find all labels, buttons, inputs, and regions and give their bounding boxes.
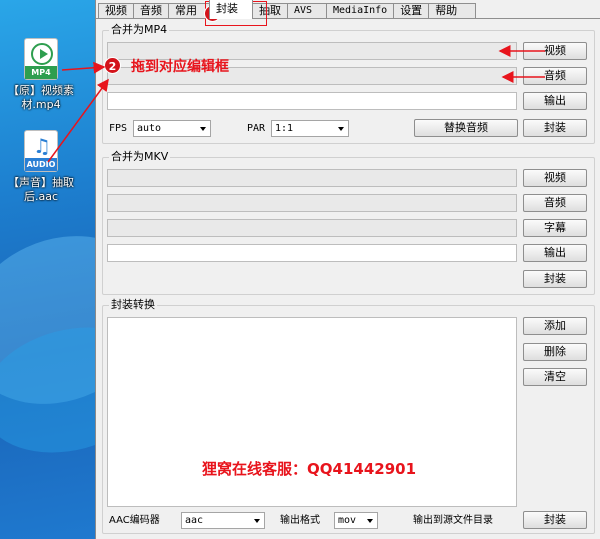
- group-title: 合并为MKV: [109, 150, 171, 164]
- play-icon: [31, 43, 53, 65]
- group-title: 合并为MP4: [109, 23, 170, 37]
- desktop-icon-caption: 【原】视频素材.mp4: [8, 84, 74, 111]
- desktop-icon-caption: 【声音】抽取后.aac: [8, 176, 74, 203]
- add-button[interactable]: 添加: [523, 317, 587, 335]
- group-title: 封装转换: [109, 298, 157, 312]
- tab-avs[interactable]: AVS: [287, 3, 327, 18]
- tab-audio[interactable]: 音频: [133, 3, 169, 18]
- mkv-subtitle-field[interactable]: [107, 219, 517, 237]
- step-badge-2: 2: [104, 57, 121, 74]
- mkv-audio-button[interactable]: 音频: [523, 194, 587, 212]
- file-type-tag: AUDIO: [25, 158, 57, 171]
- mkv-output-field[interactable]: [107, 244, 517, 262]
- clear-button[interactable]: 清空: [523, 368, 587, 386]
- output-format-select[interactable]: mov: [334, 512, 378, 529]
- desktop-background: MP4 【原】视频素材.mp4 ♫ AUDIO 【声音】抽取后.aac: [0, 0, 95, 539]
- par-label: PAR: [247, 123, 266, 134]
- mkv-subtitle-button[interactable]: 字幕: [523, 219, 587, 237]
- delete-button[interactable]: 删除: [523, 343, 587, 361]
- chevron-down-icon: [338, 127, 344, 131]
- fps-value: auto: [137, 123, 162, 134]
- chevron-down-icon: [254, 519, 260, 523]
- replace-audio-button[interactable]: 替换音频: [414, 119, 518, 137]
- tab-bar: 视频 音频 常用 封装 抽取 AVS MediaInfo 设置 帮助: [98, 0, 477, 19]
- mp4-file-icon: MP4: [24, 38, 58, 80]
- tab-divider: [96, 18, 600, 19]
- mux-convert-group: 封装转换 添加 删除 清空 AAC编码器 aac 输出格式 mov 输出到源文件…: [102, 298, 595, 534]
- output-to-source-dir-label[interactable]: 输出到源文件目录: [413, 514, 493, 528]
- support-contact-text: 狸窝在线客服：QQ41442901: [202, 460, 416, 478]
- chevron-down-icon: [367, 519, 373, 523]
- tab-settings[interactable]: 设置: [393, 3, 430, 18]
- tab-video[interactable]: 视频: [98, 3, 134, 18]
- output-format-value: mov: [338, 515, 357, 526]
- par-value: 1:1: [275, 123, 294, 134]
- tab-help[interactable]: 帮助: [428, 3, 477, 18]
- output-format-label: 输出格式: [280, 515, 320, 526]
- mkv-video-button[interactable]: 视频: [523, 169, 587, 187]
- merge-mkv-group: 合并为MKV 视频 音频 字幕 输出 封装: [102, 150, 595, 295]
- chevron-down-icon: [200, 127, 206, 131]
- mkv-audio-field[interactable]: [107, 194, 517, 212]
- file-type-tag: MP4: [25, 66, 57, 79]
- aac-encoder-label: AAC编码器: [109, 515, 160, 526]
- mkv-video-field[interactable]: [107, 169, 517, 187]
- aac-encoder-value: aac: [185, 515, 204, 526]
- mkv-mux-button[interactable]: 封装: [523, 270, 587, 288]
- mkv-output-button[interactable]: 输出: [523, 244, 587, 262]
- tab-mux[interactable]: 封装: [209, 0, 253, 19]
- desktop-icon-video-file[interactable]: MP4 【原】视频素材.mp4: [6, 38, 76, 112]
- desktop-icon-audio-file[interactable]: ♫ AUDIO 【声音】抽取后.aac: [6, 130, 76, 204]
- merge-mp4-group: 合并为MP4 视频 音频 输出 FPS auto PAR 1:1 替换音频 封装: [102, 23, 595, 144]
- par-select[interactable]: 1:1: [271, 120, 349, 137]
- tab-mediainfo[interactable]: MediaInfo: [326, 3, 395, 18]
- aac-encoder-select[interactable]: aac: [181, 512, 265, 529]
- convert-mux-button[interactable]: 封装: [523, 511, 587, 529]
- fps-select[interactable]: auto: [133, 120, 211, 137]
- mp4-output-field[interactable]: [107, 92, 517, 110]
- mp4-audio-button[interactable]: 音频: [523, 67, 587, 85]
- drag-hint-text: 拖到对应编辑框: [131, 59, 229, 75]
- mp4-video-button[interactable]: 视频: [523, 42, 587, 60]
- music-note-icon: ♫: [33, 134, 51, 158]
- mp4-output-button[interactable]: 输出: [523, 92, 587, 110]
- fps-label: FPS: [109, 123, 128, 134]
- mp4-mux-button[interactable]: 封装: [523, 119, 587, 137]
- audio-file-icon: ♫ AUDIO: [24, 130, 58, 172]
